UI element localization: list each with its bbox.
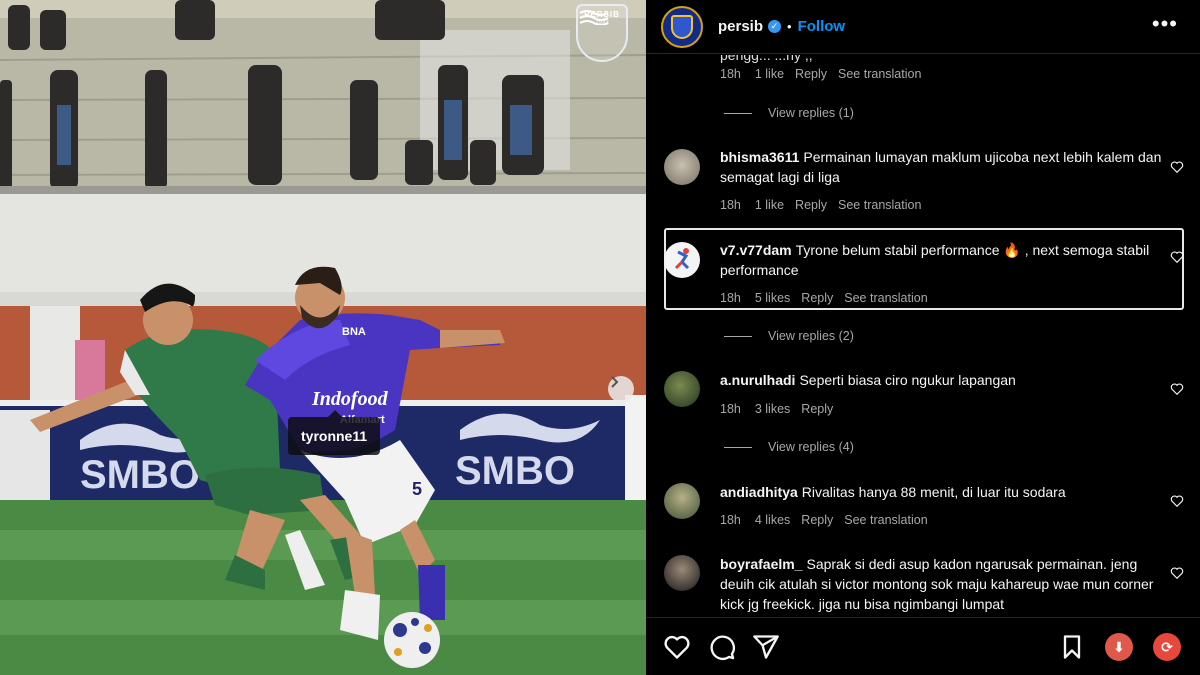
- header-username[interactable]: persib: [718, 18, 763, 35]
- download-button[interactable]: ⬇: [1105, 633, 1133, 661]
- reply-button[interactable]: Reply: [801, 291, 833, 305]
- comment-text: andiadhitya Rivalitas hanya 88 menit, di …: [720, 482, 1165, 502]
- comment-text: a.nurulhadi Seperti biasa ciro ngukur lap…: [720, 370, 1165, 390]
- comment-likes[interactable]: 5 likes: [755, 291, 790, 305]
- comment-time: 18h: [720, 513, 741, 527]
- comment-likes[interactable]: 1 like: [755, 198, 784, 212]
- refresh-button[interactable]: ⟳: [1153, 633, 1181, 661]
- reply-button[interactable]: Reply: [801, 513, 833, 527]
- sponsor-board-2: SMBO: [455, 449, 575, 493]
- heart-icon[interactable]: [1170, 382, 1184, 396]
- jersey-sponsor: Indofood: [311, 388, 389, 410]
- see-translation-button[interactable]: See translation: [844, 291, 927, 305]
- comment-icon[interactable]: [708, 633, 736, 661]
- comment-text: bhisma3611 Permainan lumayan maklum ujico…: [720, 147, 1165, 187]
- view-replies-label: View replies (2): [768, 329, 854, 343]
- follow-button[interactable]: Follow: [798, 18, 846, 35]
- post-header: persib ✓ • Follow •••: [646, 0, 1200, 54]
- comment-likes[interactable]: 1 like: [755, 67, 784, 81]
- view-replies-button[interactable]: View replies (1): [724, 106, 854, 120]
- see-translation-button[interactable]: See translation: [838, 67, 921, 81]
- heart-icon[interactable]: [1170, 160, 1184, 174]
- avatar[interactable]: [664, 149, 700, 185]
- comment-time: 18h: [720, 67, 741, 81]
- view-replies-label: View replies (4): [768, 440, 854, 454]
- football-scene: SMBO SMBO Indofood BNA 5: [0, 0, 646, 675]
- comment-meta: 18h 5 likes Reply See translation: [720, 291, 939, 305]
- comment-meta: 18h 1 like Reply See translation: [720, 198, 932, 212]
- heart-icon[interactable]: [1170, 250, 1184, 264]
- see-translation-button[interactable]: See translation: [844, 513, 927, 527]
- comment-username[interactable]: v7.v77dam: [720, 242, 792, 258]
- view-replies-button[interactable]: View replies (2): [724, 329, 854, 343]
- comment-likes[interactable]: 4 likes: [755, 513, 790, 527]
- avatar[interactable]: [664, 242, 700, 278]
- comment-list[interactable]: pengg... ...ny ,, 18h 1 like Reply See t…: [646, 55, 1200, 617]
- avatar[interactable]: [664, 371, 700, 407]
- crest-waves-icon: [579, 10, 609, 25]
- persib-logo-icon: [671, 14, 693, 39]
- verified-badge-icon: ✓: [768, 20, 782, 33]
- comment-likes[interactable]: 3 likes: [755, 402, 790, 416]
- avatar[interactable]: [664, 483, 700, 519]
- next-image-button[interactable]: [608, 376, 634, 402]
- download-icon: ⬇: [1113, 638, 1125, 655]
- comment-body: Seperti biasa ciro ngukur lapangan: [799, 372, 1016, 388]
- refresh-icon: ⟳: [1161, 638, 1173, 655]
- comment-username[interactable]: boyrafaelm_: [720, 556, 802, 572]
- divider-line: [724, 112, 752, 114]
- bookmark-icon[interactable]: [1058, 633, 1086, 661]
- more-options-button[interactable]: •••: [1152, 11, 1178, 37]
- reply-button[interactable]: Reply: [801, 402, 833, 416]
- comment-meta: 18h 1 like Reply See translation: [720, 67, 932, 81]
- comment-time: 18h: [720, 402, 741, 416]
- comment-meta: 18h 4 likes Reply See translation: [720, 513, 939, 527]
- reply-button[interactable]: Reply: [795, 198, 827, 212]
- share-icon[interactable]: [752, 633, 780, 661]
- persib-crest-watermark: PERSIB 1933: [576, 4, 628, 62]
- comment-username[interactable]: bhisma3611: [720, 149, 799, 165]
- comment-username[interactable]: andiadhitya: [720, 484, 798, 500]
- comment-meta: 18h 3 likes Reply: [720, 402, 844, 416]
- action-bar: ⬇ ⟳: [646, 617, 1200, 675]
- separator-dot: •: [787, 19, 792, 34]
- heart-icon[interactable]: [1170, 494, 1184, 508]
- jersey-logo: BNA: [342, 326, 366, 338]
- user-tag-bubble[interactable]: tyronne11: [288, 410, 381, 455]
- comment-text: v7.v77dam Tyrone belum stabil performance…: [720, 240, 1165, 280]
- divider-line: [724, 335, 752, 337]
- view-replies-label: View replies (1): [768, 106, 854, 120]
- comment-username[interactable]: a.nurulhadi: [720, 372, 795, 388]
- comment-time: 18h: [720, 291, 741, 305]
- view-replies-button[interactable]: View replies (4): [724, 440, 854, 454]
- see-translation-button[interactable]: See translation: [838, 198, 921, 212]
- heart-icon[interactable]: [663, 633, 691, 661]
- jersey-number: 5: [412, 479, 422, 499]
- reply-button[interactable]: Reply: [795, 67, 827, 81]
- partial-comment-text: pengg... ...ny ,,: [720, 55, 813, 63]
- avatar[interactable]: [664, 555, 700, 591]
- comment-time: 18h: [720, 198, 741, 212]
- heart-icon[interactable]: [1170, 566, 1184, 580]
- comments-panel: persib ✓ • Follow ••• pengg... ...ny ,, …: [646, 0, 1200, 675]
- divider-line: [724, 446, 752, 448]
- comment-text: boyrafaelm_ Saprak si dedi asup kadon nga…: [720, 554, 1165, 614]
- sponsor-board-1: SMBO: [80, 453, 200, 497]
- post-photo[interactable]: SMBO SMBO Indofood BNA 5 PERSIB 1933 tyr…: [0, 0, 646, 675]
- chevron-right-icon: [611, 376, 619, 388]
- runner-logo-icon: [674, 248, 690, 270]
- comment-body: Rivalitas hanya 88 menit, di luar itu so…: [801, 484, 1066, 500]
- avatar[interactable]: [661, 5, 703, 48]
